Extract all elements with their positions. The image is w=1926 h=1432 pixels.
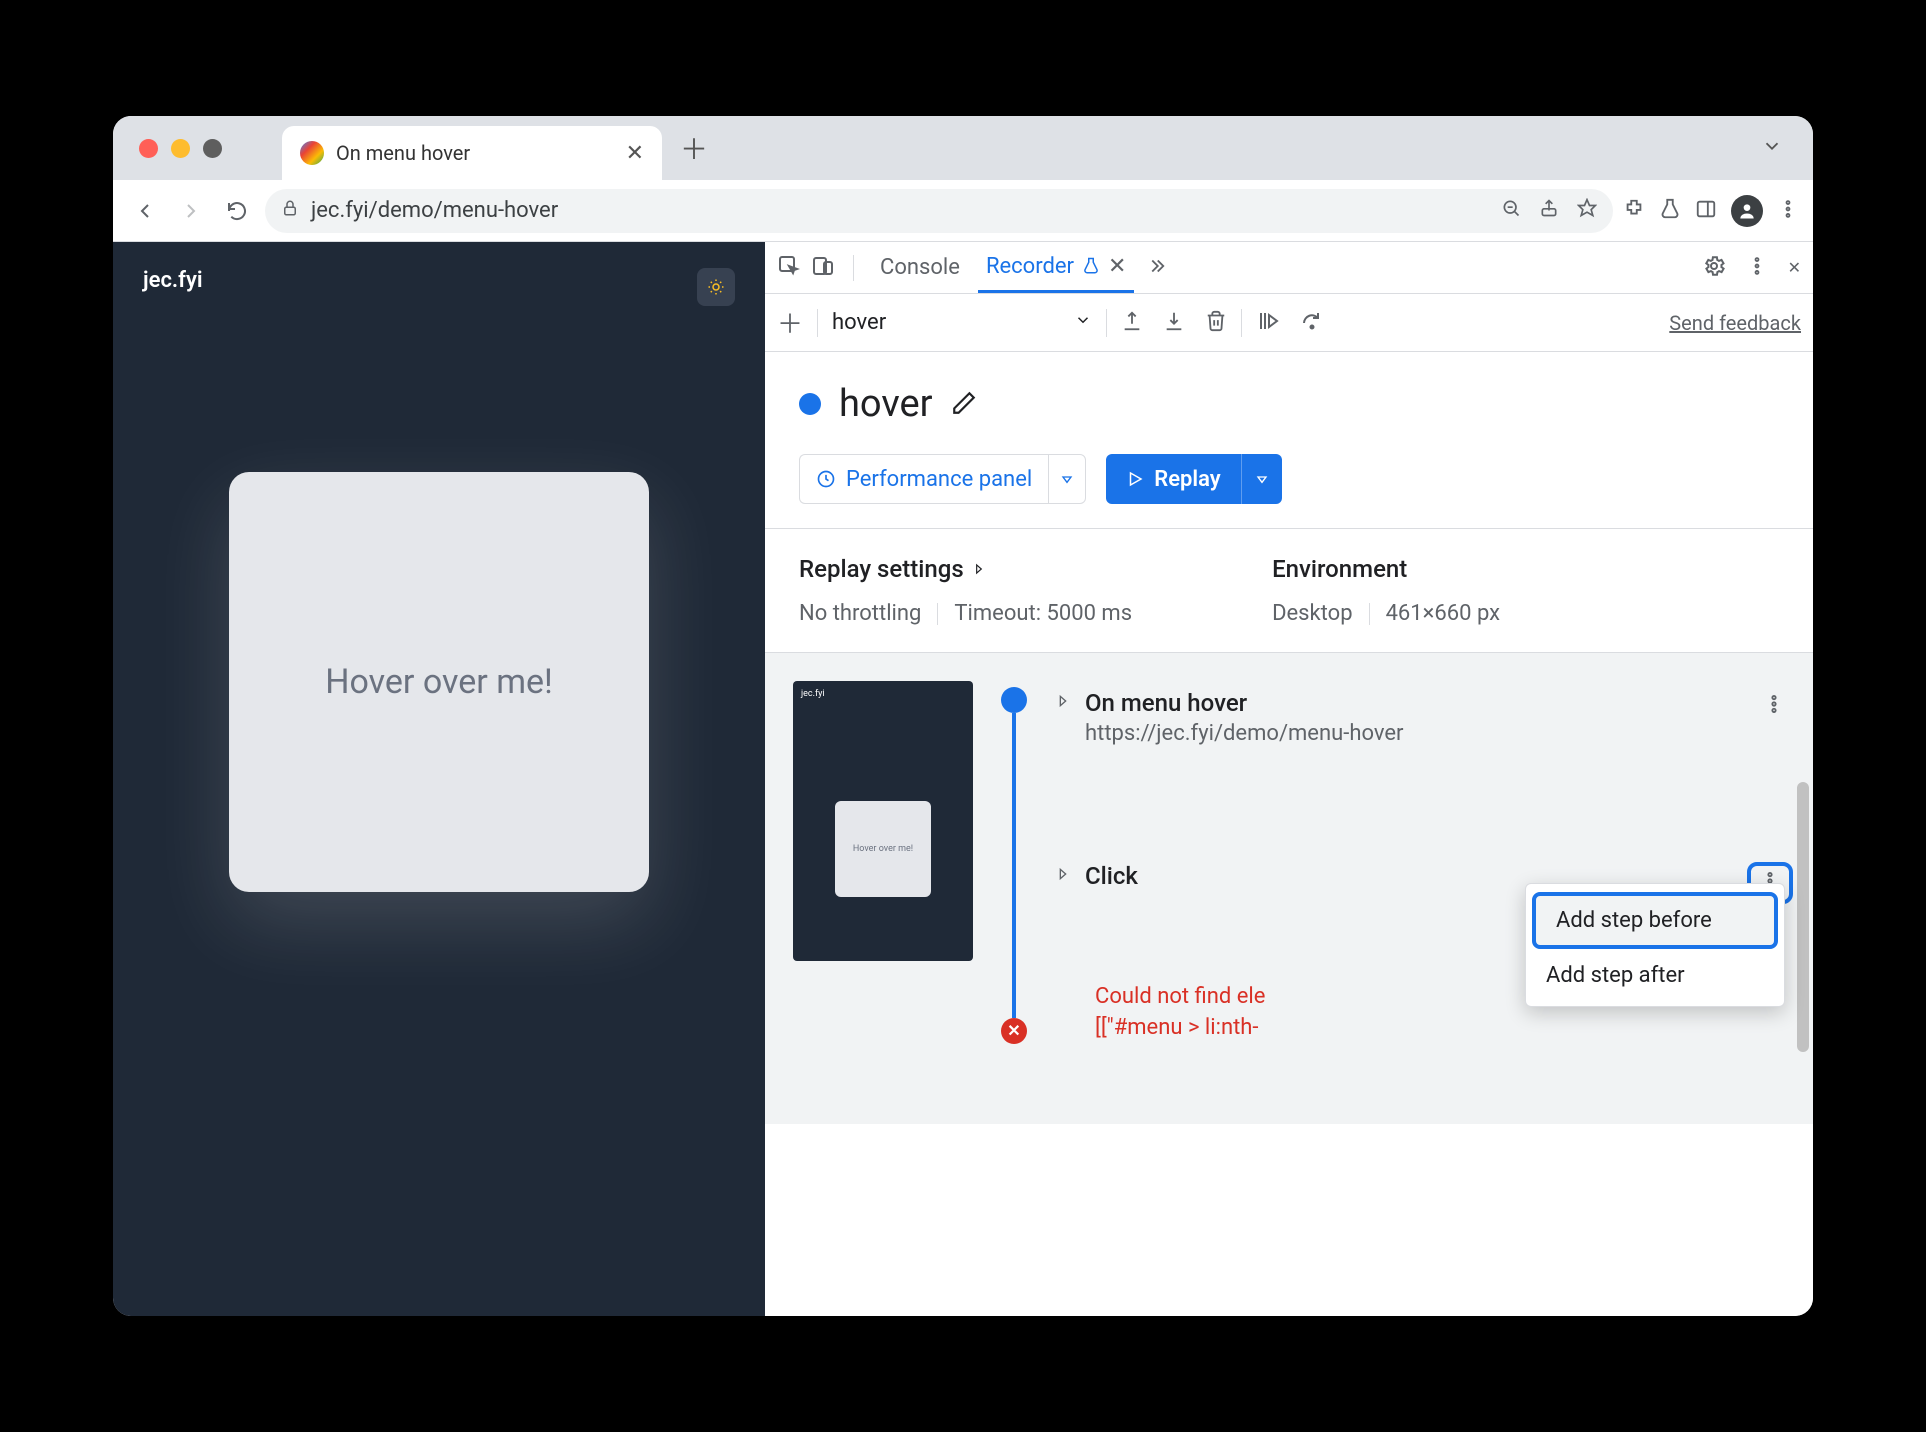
back-button[interactable] xyxy=(127,193,163,229)
step-context-menu: Add step before Add step after xyxy=(1525,883,1785,1007)
rendered-page: jec.fyi Hover over me! xyxy=(113,242,765,1316)
timeline-dot-icon xyxy=(1001,687,1027,713)
tab-title: On menu hover xyxy=(336,141,470,165)
env-device: Desktop xyxy=(1272,601,1353,626)
labs-icon[interactable] xyxy=(1659,198,1681,224)
forward-button[interactable] xyxy=(173,193,209,229)
recording-name: hover xyxy=(839,382,933,426)
recording-indicator-icon xyxy=(799,393,821,415)
bookmark-icon[interactable] xyxy=(1577,198,1597,224)
environment-heading: Environment xyxy=(1272,555,1407,583)
new-recording-button[interactable]: ＋ xyxy=(777,304,803,341)
step-menu-button[interactable] xyxy=(1755,689,1793,723)
tab-recorder[interactable]: Recorder ✕ xyxy=(978,242,1135,293)
settings-section: Replay settings No throttling Timeout: 5… xyxy=(765,528,1813,653)
replay-dropdown[interactable] xyxy=(1241,454,1282,504)
replay-button[interactable]: Replay xyxy=(1106,454,1240,504)
export-icon[interactable] xyxy=(1121,310,1143,336)
devtools-tabbar: Console Recorder ✕ ✕ xyxy=(765,242,1813,294)
step-title: On menu hover xyxy=(1085,689,1403,717)
device-mode-icon[interactable] xyxy=(811,254,835,282)
settings-icon[interactable] xyxy=(1702,254,1726,282)
site-title: jec.fyi xyxy=(143,268,203,306)
edit-name-icon[interactable] xyxy=(951,382,977,426)
url-input[interactable]: jec.fyi/demo/menu-hover xyxy=(265,189,1613,233)
replay-button-group: Replay xyxy=(1106,454,1281,504)
close-tab-recorder-icon[interactable]: ✕ xyxy=(1108,254,1126,279)
share-icon[interactable] xyxy=(1539,198,1559,224)
close-window-icon[interactable] xyxy=(139,139,158,158)
step-url: https://jec.fyi/demo/menu-hover xyxy=(1085,721,1403,746)
lock-icon xyxy=(281,198,299,223)
devtools-panel: Console Recorder ✕ ✕ ＋ hover xyxy=(765,242,1813,1316)
omnibox-actions xyxy=(1501,198,1597,224)
recording-name-row: hover xyxy=(799,382,1779,426)
tab-overflow-icon[interactable] xyxy=(1761,135,1783,161)
send-feedback-link[interactable]: Send feedback xyxy=(1669,311,1801,335)
timeout-value: Timeout: 5000 ms xyxy=(954,601,1132,626)
inspect-icon[interactable] xyxy=(777,254,801,282)
browser-actions xyxy=(1623,195,1799,227)
step-thumbnail: jec.fyi Hover over me! xyxy=(793,681,973,961)
timeline: ✕ xyxy=(1001,681,1027,1044)
replay-settings-heading[interactable]: Replay settings xyxy=(799,555,1132,583)
side-panel-icon[interactable] xyxy=(1695,198,1717,224)
import-icon[interactable] xyxy=(1163,310,1185,336)
tab-console[interactable]: Console xyxy=(872,242,968,293)
expand-icon[interactable] xyxy=(1055,693,1071,713)
delete-icon[interactable] xyxy=(1205,310,1227,336)
step-item-navigate[interactable]: On menu hover https://jec.fyi/demo/menu-… xyxy=(1055,681,1793,754)
extensions-icon[interactable] xyxy=(1623,198,1645,224)
zoom-out-icon[interactable] xyxy=(1501,198,1521,224)
more-tabs-icon[interactable] xyxy=(1144,255,1166,281)
close-tab-icon[interactable]: ✕ xyxy=(626,141,644,166)
hover-card-text: Hover over me! xyxy=(325,662,553,702)
minimize-window-icon[interactable] xyxy=(171,139,190,158)
step-title: Click xyxy=(1085,862,1138,890)
new-tab-button[interactable]: ＋ xyxy=(680,128,708,168)
profile-avatar[interactable] xyxy=(1731,195,1763,227)
flask-icon xyxy=(1082,257,1100,275)
address-bar: jec.fyi/demo/menu-hover xyxy=(113,180,1813,242)
throttling-value: No throttling xyxy=(799,601,921,626)
hover-card[interactable]: Hover over me! xyxy=(229,472,649,892)
steps-section: jec.fyi Hover over me! ✕ On menu hover xyxy=(765,653,1813,1124)
chevron-right-icon xyxy=(972,562,986,576)
content-area: jec.fyi Hover over me! Console Recorder xyxy=(113,242,1813,1316)
recorder-main: hover Performance panel xyxy=(765,352,1813,1316)
recording-select[interactable]: hover xyxy=(832,310,1092,335)
browser-tab[interactable]: On menu hover ✕ xyxy=(282,126,662,180)
reload-button[interactable] xyxy=(219,193,255,229)
expand-icon[interactable] xyxy=(1055,866,1071,886)
url-text: jec.fyi/demo/menu-hover xyxy=(311,198,558,223)
env-size: 461×660 px xyxy=(1386,601,1501,626)
menu-add-step-before[interactable]: Add step before xyxy=(1532,892,1778,949)
step-over-icon[interactable] xyxy=(1300,309,1324,337)
scrollbar[interactable] xyxy=(1797,782,1809,1052)
maximize-window-icon[interactable] xyxy=(203,139,222,158)
performance-panel-dropdown[interactable] xyxy=(1048,454,1086,504)
browser-menu-icon[interactable] xyxy=(1777,198,1799,224)
performance-panel-button[interactable]: Performance panel xyxy=(799,454,1086,504)
step-play-icon[interactable] xyxy=(1256,309,1280,337)
close-devtools-icon[interactable]: ✕ xyxy=(1788,258,1801,277)
tab-favicon-icon xyxy=(300,141,324,165)
recorder-toolbar: ＋ hover Send feedback xyxy=(765,294,1813,352)
window-controls xyxy=(139,139,222,158)
theme-toggle-button[interactable] xyxy=(697,268,735,306)
tab-strip: On menu hover ✕ ＋ xyxy=(113,116,1813,180)
timeline-error-icon: ✕ xyxy=(1001,1018,1027,1044)
browser-window: On menu hover ✕ ＋ jec.fyi/demo/menu-hove… xyxy=(113,116,1813,1316)
menu-add-step-after[interactable]: Add step after xyxy=(1526,951,1784,1000)
devtools-menu-icon[interactable] xyxy=(1746,255,1768,281)
